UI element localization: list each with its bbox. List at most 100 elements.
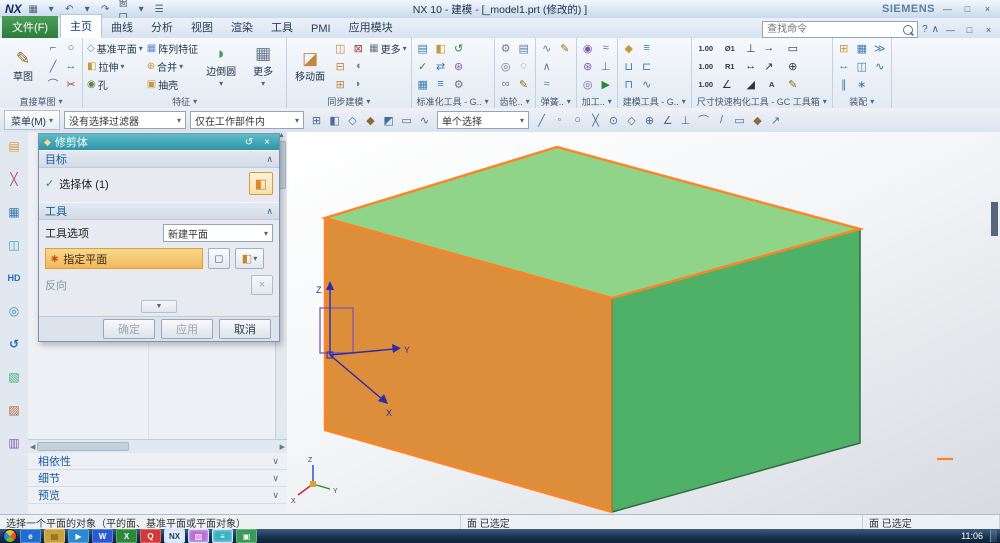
tab-3[interactable]: 视图	[182, 16, 222, 38]
window-menu-dropdown-icon[interactable]: ▾	[135, 4, 148, 15]
quick-trim-icon[interactable]: ✂	[62, 75, 80, 93]
dim-radius-icon[interactable]: R1	[718, 57, 742, 75]
gear-pair-icon[interactable]: ∞	[497, 75, 515, 93]
wire-edm-icon[interactable]: ≈	[597, 39, 615, 57]
make-coplanar-icon[interactable]: ◖	[349, 57, 367, 75]
tab-5[interactable]: 工具	[262, 16, 302, 38]
hole-button[interactable]: ◉ 孔	[85, 75, 145, 93]
arc-icon[interactable]: ⌒	[44, 75, 62, 93]
start-button[interactable]	[3, 529, 17, 543]
tab-2[interactable]: 分析	[142, 16, 182, 38]
selection-filter-combo[interactable]: 没有选择过滤器 ▾	[64, 111, 187, 129]
resize-blend-icon[interactable]: ◗	[349, 75, 367, 93]
dialog-title-bar[interactable]: ◆ 修剪体 ↺ ×	[39, 134, 279, 150]
gc-export-icon[interactable]: ▤	[414, 39, 432, 57]
snap-midpoint-icon[interactable]: ◦	[551, 112, 568, 129]
snap-quadrant-icon[interactable]: ⊙	[605, 112, 622, 129]
dim-frame-icon[interactable]: ▭	[784, 39, 802, 57]
show-desktop-button[interactable]	[990, 530, 997, 542]
taskbar-clock[interactable]: 11:06	[961, 531, 987, 541]
dim-diameter-icon[interactable]: Ø1	[718, 39, 742, 57]
unite-button[interactable]: ⊕ 合并 ▾	[145, 57, 200, 75]
dialog-expand-button[interactable]: ▼	[141, 300, 177, 314]
palette-icon[interactable]: ▥	[5, 435, 23, 451]
thread-icon[interactable]: ∿	[638, 75, 656, 93]
ribbon-group-label-modeling-tools[interactable]: 建模工具 - G.. ▾	[620, 95, 689, 108]
messenger-icon[interactable]: Q	[140, 529, 161, 543]
dim-vertical-icon[interactable]: 1.00	[694, 75, 718, 93]
select-body-button[interactable]: ◧	[249, 172, 273, 195]
snap-endpoint-icon[interactable]: ╱	[533, 112, 550, 129]
snap-existing-point-icon[interactable]: ⊕	[641, 112, 658, 129]
window-minimize-button[interactable]: —	[940, 3, 955, 15]
spring-edit-icon[interactable]: ✎	[556, 39, 574, 57]
search-input[interactable]	[765, 23, 904, 36]
dim-perpendicular-icon[interactable]: ⊥	[742, 39, 760, 57]
panel-horizontal-scrollbar[interactable]: ◀ ▶	[28, 439, 287, 453]
image-viewer-icon[interactable]: ▣	[236, 529, 257, 543]
ribbon-group-label-spring[interactable]: 弹簧.. ▾	[538, 95, 574, 108]
tool-icon[interactable]: ⊥	[597, 57, 615, 75]
pattern-component-icon[interactable]: ▦	[853, 39, 871, 57]
hd3d-tools-icon[interactable]: HD	[5, 270, 23, 286]
reuse-library-icon[interactable]: ◫	[5, 237, 23, 253]
chevron-up-icon[interactable]: ∧	[266, 206, 273, 217]
excel-icon[interactable]: X	[116, 529, 137, 543]
ribbon-group-label-gear[interactable]: 齿轮.. ▾	[497, 95, 533, 108]
search-icon[interactable]	[903, 24, 914, 35]
cylinder-spring-icon[interactable]: ∿	[538, 39, 556, 57]
ribbon-group-label-synchronous-modeling[interactable]: 同步建模 ▾	[289, 95, 408, 108]
gc-attribute-icon[interactable]: ≡	[432, 75, 450, 93]
dim-linear-icon[interactable]: 1.00	[694, 39, 718, 57]
menu-button[interactable]: 菜单(M) ▾	[4, 110, 61, 130]
graphics-viewport[interactable]: Z Y X Z X Y	[287, 132, 1000, 515]
ribbon-group-label-gc-dimension-toolbox[interactable]: 尺寸快速构化工具 - GC 工具箱 ▾	[694, 95, 830, 108]
snap-line-icon[interactable]: /	[713, 112, 730, 129]
constraint-navigator-icon[interactable]: ╳	[5, 171, 23, 187]
part-navigator-icon[interactable]: ▦	[5, 204, 23, 220]
lasso-icon[interactable]: ∿	[416, 112, 433, 129]
panel-section-0[interactable]: 相依性 ∨	[28, 453, 287, 470]
plane-dialog-button[interactable]: ◻	[208, 248, 230, 270]
undo-icon[interactable]: ↶	[63, 4, 76, 15]
snap-tangent-icon[interactable]: ⌒	[695, 112, 712, 129]
quick-access-customize-icon[interactable]: ☰	[153, 4, 166, 15]
specify-plane-field[interactable]: ∗ 指定平面	[45, 248, 203, 270]
shell-button[interactable]: ▣ 抽壳	[145, 75, 200, 93]
edge-blend-button[interactable]: ◗ 边倒圆 ▾	[200, 39, 242, 93]
history-icon[interactable]: ↺	[5, 336, 23, 352]
viewport-resize-handle[interactable]	[991, 202, 998, 236]
ribbon-group-label-standardization-tools[interactable]: 标准化工具 - G.. ▾	[414, 95, 492, 108]
gear-edit-icon[interactable]: ✎	[515, 75, 533, 93]
selection-rectangle-icon[interactable]: ▭	[398, 112, 415, 129]
snap-point-on-curve-icon[interactable]: ◇	[623, 112, 640, 129]
bevel-gear-icon[interactable]: ◎	[497, 57, 515, 75]
gc-check-icon[interactable]: ✓	[414, 57, 432, 75]
snap-angle-icon[interactable]: ∠	[659, 112, 676, 129]
gc-settings-icon[interactable]: ⚙	[450, 75, 468, 93]
line-icon[interactable]: ╱	[44, 57, 62, 75]
select-filter-edge-icon[interactable]: ◇	[344, 112, 361, 129]
ribbon-group-label-assembly[interactable]: 装配 ▾	[835, 95, 889, 108]
help-icon[interactable]: ?	[922, 24, 928, 35]
scroll-right-icon[interactable]: ▶	[280, 443, 285, 451]
tab-7[interactable]: 应用模块	[340, 16, 402, 38]
touch-mode-icon[interactable]: ⊞	[308, 112, 325, 129]
media-player-icon[interactable]: ▶	[68, 529, 89, 543]
browser-icon[interactable]: e	[20, 529, 41, 543]
ribbon-group-label-machining[interactable]: 加工.. ▾	[579, 95, 615, 108]
pull-face-icon[interactable]: ◫	[331, 39, 349, 57]
sequence-icon[interactable]: ≫	[871, 39, 889, 57]
rapid-dimension-icon[interactable]: ↔	[62, 57, 80, 75]
select-filter-face-icon[interactable]: ◧	[326, 112, 343, 129]
move-component-icon[interactable]: ↔	[835, 57, 853, 75]
tab-file[interactable]: 文件(F)	[2, 16, 59, 38]
window-restore-button[interactable]: □	[960, 3, 975, 15]
child-minimize-button[interactable]: —	[943, 24, 958, 36]
process-studio-icon[interactable]: ▧	[5, 369, 23, 385]
ribbon-collapse-icon[interactable]: ∧	[932, 24, 939, 35]
explorer-icon[interactable]: ▤	[44, 529, 65, 543]
chevron-up-icon[interactable]: ∧	[266, 154, 273, 165]
horizontal-scroll-thumb[interactable]	[37, 442, 130, 451]
cylinder-gear-icon[interactable]: ⚙	[497, 39, 515, 57]
